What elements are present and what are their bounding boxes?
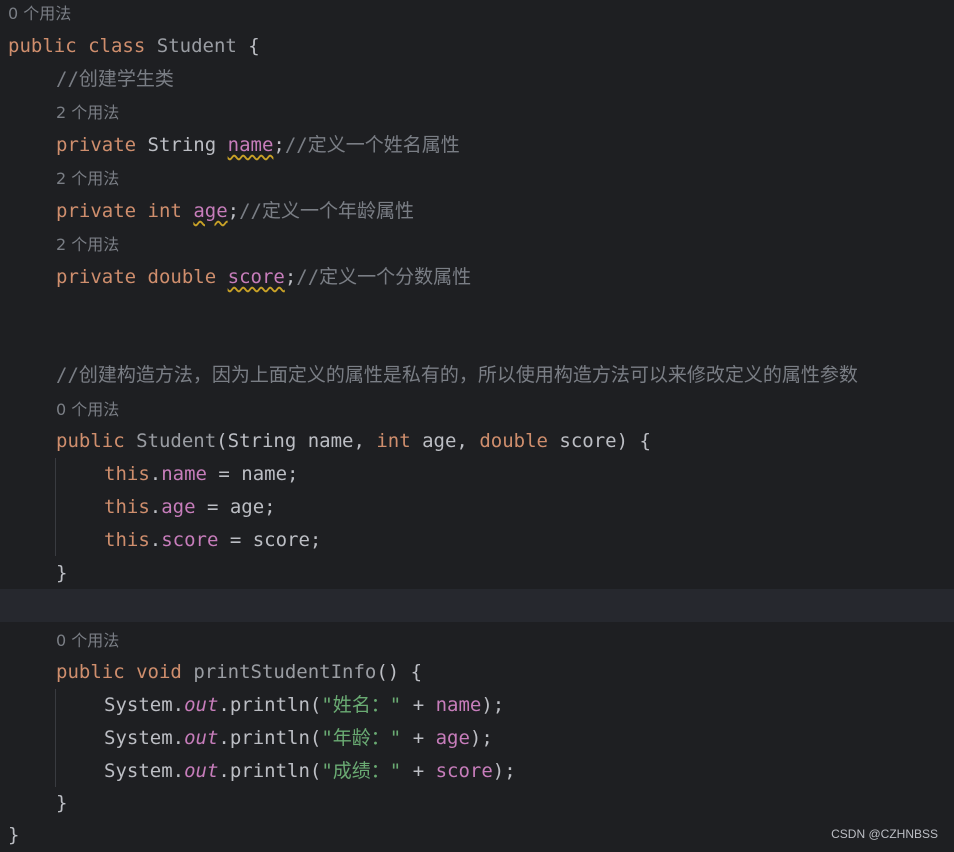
class-name: Student bbox=[156, 35, 237, 57]
type-int: int bbox=[147, 200, 182, 222]
usage-hint-class[interactable]: 0 个用法 bbox=[8, 0, 954, 30]
current-line-highlight[interactable] bbox=[0, 589, 954, 622]
paren-open: ( bbox=[216, 430, 228, 452]
comment: //定义一个年龄属性 bbox=[239, 200, 414, 222]
static-out: out bbox=[184, 694, 219, 716]
plus-operator: + bbox=[401, 760, 436, 782]
field-ref: age bbox=[435, 727, 470, 749]
param-type-int: int bbox=[376, 430, 411, 452]
usage-hint-ctor[interactable]: 0 个用法 bbox=[56, 393, 954, 426]
static-out: out bbox=[184, 760, 219, 782]
code-line-comment-ctor[interactable]: //创建构造方法，因为上面定义的属性是私有的，所以使用构造方法可以来修改定义的属… bbox=[56, 359, 954, 392]
keyword-class: class bbox=[88, 35, 146, 57]
param-score: score) { bbox=[547, 430, 651, 452]
param-name: name, bbox=[296, 430, 377, 452]
type-double: double bbox=[147, 266, 217, 288]
assign-rest: = age; bbox=[195, 496, 276, 518]
usage-hint-age[interactable]: 2 个用法 bbox=[56, 162, 954, 195]
assign-rest: = name; bbox=[206, 463, 299, 485]
method-name: printStudentInfo bbox=[193, 661, 377, 683]
code-line-ctor-close[interactable]: } bbox=[56, 557, 954, 590]
field-ref: name bbox=[161, 463, 207, 485]
code-line-ctor-signature[interactable]: public Student(String name, int age, dou… bbox=[56, 425, 954, 458]
watermark-text: CSDN @CZHNBSS bbox=[831, 827, 938, 841]
keyword-public: public bbox=[8, 35, 77, 57]
assign-rest: = score; bbox=[218, 529, 322, 551]
plus-operator: + bbox=[401, 727, 436, 749]
string-literal: "姓名：" bbox=[321, 694, 402, 716]
keyword-this: this bbox=[104, 496, 150, 518]
string-literal: "成绩：" bbox=[321, 760, 402, 782]
code-line-ctor-assign-name[interactable]: this.name = name; bbox=[104, 458, 954, 491]
keyword-public: public bbox=[56, 430, 125, 452]
comment: //创建学生类 bbox=[56, 68, 174, 90]
comment: //定义一个姓名属性 bbox=[284, 134, 460, 156]
keyword-private: private bbox=[56, 200, 137, 222]
keyword-public: public bbox=[56, 661, 125, 683]
dot: . bbox=[149, 463, 162, 485]
call-end: ); bbox=[492, 760, 516, 782]
field-ref: age bbox=[161, 496, 196, 518]
param-type-double: double bbox=[479, 430, 548, 452]
keyword-this: this bbox=[104, 463, 150, 485]
dot: . bbox=[149, 529, 162, 551]
plus-operator: + bbox=[401, 694, 436, 716]
call-end: ); bbox=[469, 727, 493, 749]
string-literal: "年龄：" bbox=[321, 727, 402, 749]
usage-hint-score[interactable]: 2 个用法 bbox=[56, 228, 954, 261]
dot: . bbox=[149, 496, 162, 518]
field-name: name bbox=[227, 134, 274, 156]
field-ref: score bbox=[161, 529, 219, 551]
code-line-ctor-assign-age[interactable]: this.age = age; bbox=[104, 491, 954, 524]
call-end: ); bbox=[481, 694, 505, 716]
system-ref: System. bbox=[104, 694, 185, 716]
param-age: age, bbox=[410, 430, 480, 452]
system-ref: System. bbox=[104, 727, 185, 749]
static-out: out bbox=[184, 727, 219, 749]
close-brace: } bbox=[8, 824, 20, 846]
println-call: .println( bbox=[218, 727, 322, 749]
comment: //定义一个分数属性 bbox=[296, 266, 472, 288]
usage-hint-name[interactable]: 2 个用法 bbox=[56, 96, 954, 129]
comment: //创建构造方法，因为上面定义的属性是私有的，所以使用构造方法可以来修改定义的属… bbox=[56, 364, 858, 386]
code-line-print-age[interactable]: System.out.println("年龄：" + age); bbox=[104, 722, 954, 755]
type-string: String bbox=[147, 134, 217, 156]
code-line-field-score[interactable]: private double score;//定义一个分数属性 bbox=[56, 261, 954, 294]
close-brace: } bbox=[56, 562, 68, 584]
keyword-this: this bbox=[104, 529, 150, 551]
semicolon: ; bbox=[273, 134, 285, 156]
keyword-private: private bbox=[56, 134, 137, 156]
usage-hint-method[interactable]: 0 个用法 bbox=[56, 624, 954, 657]
code-line-class-close[interactable]: } bbox=[8, 819, 954, 852]
code-line-ctor-assign-score[interactable]: this.score = score; bbox=[104, 524, 954, 557]
indent-guide-ctor bbox=[55, 458, 56, 556]
field-score: score bbox=[227, 266, 285, 288]
indent-guide-method bbox=[55, 689, 56, 787]
open-brace: { bbox=[248, 35, 260, 57]
code-line-field-age[interactable]: private int age;//定义一个年龄属性 bbox=[56, 195, 954, 228]
system-ref: System. bbox=[104, 760, 185, 782]
field-ref: score bbox=[435, 760, 493, 782]
semicolon: ; bbox=[227, 200, 240, 222]
code-line-class-decl[interactable]: public class Student { bbox=[8, 30, 954, 63]
close-brace: } bbox=[56, 792, 68, 814]
code-line-field-name[interactable]: private String name;//定义一个姓名属性 bbox=[56, 129, 954, 162]
code-line-method-signature[interactable]: public void printStudentInfo() { bbox=[56, 656, 954, 689]
code-line-comment-class[interactable]: //创建学生类 bbox=[56, 63, 954, 96]
param-type-string: String bbox=[227, 430, 297, 452]
println-call: .println( bbox=[218, 694, 322, 716]
field-age: age bbox=[193, 200, 228, 222]
keyword-private: private bbox=[56, 266, 137, 288]
println-call: .println( bbox=[218, 760, 322, 782]
ctor-name: Student bbox=[136, 430, 217, 452]
code-line-method-close[interactable]: } bbox=[56, 787, 954, 820]
code-line-print-score[interactable]: System.out.println("成绩：" + score); bbox=[104, 755, 954, 788]
code-line-print-name[interactable]: System.out.println("姓名：" + name); bbox=[104, 689, 954, 722]
semicolon: ; bbox=[284, 266, 297, 288]
keyword-void: void bbox=[136, 661, 182, 683]
code-editor[interactable]: 0 个用法 public class Student { //创建学生类 2 个… bbox=[0, 0, 954, 849]
field-ref: name bbox=[435, 694, 482, 716]
method-params: () { bbox=[376, 661, 423, 683]
